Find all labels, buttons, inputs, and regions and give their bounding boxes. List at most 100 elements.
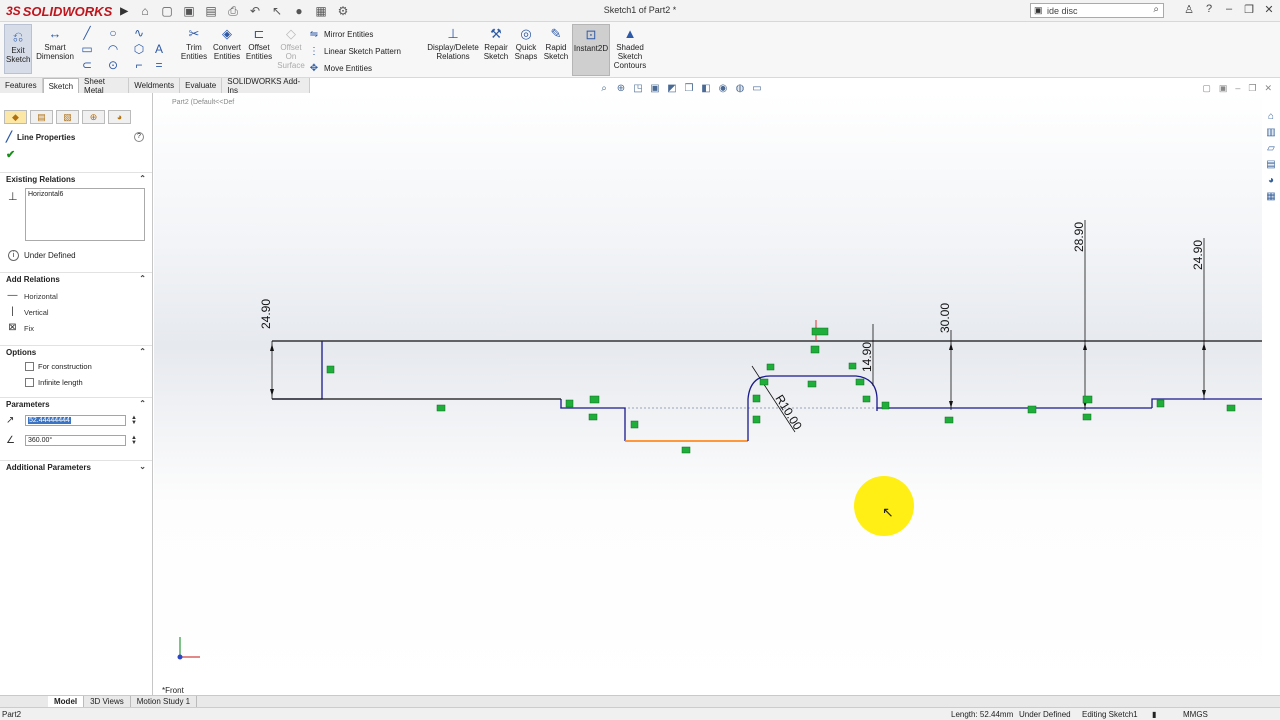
expand-icon[interactable]: ⌄	[139, 462, 146, 471]
solidworks-resources-icon[interactable]: ⌂	[1265, 110, 1278, 123]
dimension-mid[interactable]: 14.90	[860, 342, 874, 372]
vertical-relation-icon[interactable]	[630, 420, 639, 429]
length-input[interactable]: 52.44444444	[25, 415, 126, 426]
help-icon[interactable]: ?	[134, 132, 144, 142]
angle-input[interactable]: 360.00°	[25, 435, 126, 446]
mirror-entities-button[interactable]: ⇋ Mirror Entities	[308, 26, 423, 43]
instant2d-button[interactable]: ⊡ Instant2D	[572, 24, 610, 76]
exit-sketch-button[interactable]: ⎌ Exit Sketch	[4, 24, 32, 74]
rebuild-icon[interactable]: ●	[290, 3, 308, 19]
feature-tree-stub[interactable]: Part2 (Default<<Def	[172, 99, 234, 106]
view-palette-icon[interactable]: ▤	[1265, 158, 1278, 171]
display-style-icon[interactable]: ◧	[700, 82, 712, 94]
for-construction-checkbox[interactable]: For construction	[25, 362, 92, 371]
options-header[interactable]: Options ⌃	[0, 345, 152, 359]
property-manager-tab-icon[interactable]: ▤	[30, 110, 53, 124]
horizontal-relation-icon[interactable]	[436, 404, 446, 412]
coincident-relation-icon[interactable]	[589, 395, 600, 404]
existing-relations-list[interactable]: Horizontal6	[25, 188, 145, 241]
display-manager-tab-icon[interactable]: ◕	[108, 110, 131, 124]
vertical-relation-icon[interactable]	[326, 365, 335, 374]
display-delete-relations-button[interactable]: ⊥ Display/Delete Relations	[427, 24, 479, 62]
smart-dimension-button[interactable]: ↔ Smart Dimension	[36, 24, 74, 62]
quick-snaps-button[interactable]: ◎ Quick Snaps	[513, 24, 539, 62]
view-orientation-icon[interactable]: ❒	[683, 82, 695, 94]
tab-weldments[interactable]: Weldments	[129, 78, 181, 93]
solidworks-logo[interactable]: 3S SOLIDWORKS ▶	[6, 3, 128, 19]
dimension-30[interactable]: 30.00	[938, 303, 952, 333]
close-icon[interactable]: ✕	[1262, 3, 1276, 16]
hide-show-icon[interactable]: ◉	[717, 82, 729, 94]
vertical-relation-icon[interactable]	[565, 399, 574, 408]
rapid-sketch-button[interactable]: ✎ Rapid Sketch	[543, 24, 569, 62]
tangent-relation-icon[interactable]	[848, 362, 857, 370]
tangent-relation-icon[interactable]	[759, 378, 769, 386]
options-gear-icon[interactable]: ⚙	[334, 3, 352, 19]
repair-sketch-button[interactable]: ⚒ Repair Sketch	[482, 24, 510, 62]
search-input[interactable]: ▣ ide disc ⌕	[1030, 3, 1164, 18]
search-scope-icon[interactable]: ▣	[1034, 5, 1043, 16]
file-properties-icon[interactable]: ▦	[312, 3, 330, 19]
add-fix-button[interactable]: ⊠ Fix	[6, 322, 34, 335]
horizontal-relation-icon[interactable]	[1226, 404, 1236, 412]
add-vertical-button[interactable]: | Vertical	[6, 306, 48, 319]
minimize-icon[interactable]: –	[1222, 3, 1236, 16]
tab-sketch[interactable]: Sketch	[42, 78, 80, 93]
rectangle-icon[interactable]: ▭	[80, 42, 94, 56]
tangent-relation-icon[interactable]	[855, 378, 865, 386]
checkbox-box[interactable]	[25, 362, 34, 371]
vertical-relation-icon[interactable]	[752, 415, 761, 424]
appearances-icon[interactable]: ◕	[1265, 174, 1278, 187]
sketch-canvas[interactable]: 24.90 14.90 30.00 28.90 24.90 R10.00 *Fr…	[154, 93, 1262, 695]
collapse-icon[interactable]: ⌃	[139, 174, 146, 183]
search-icon[interactable]: ⌕	[1153, 4, 1159, 15]
save-icon[interactable]: ▤	[202, 3, 220, 19]
appearance-icon[interactable]: ◍	[734, 82, 746, 94]
convert-entities-button[interactable]: ◈ Convert Entities	[212, 24, 242, 62]
tab-sheet-metal[interactable]: Sheet Metal	[79, 77, 130, 95]
file-explorer-icon[interactable]: ▱	[1265, 142, 1278, 155]
text-icon[interactable]: A	[152, 42, 166, 56]
add-relations-header[interactable]: Add Relations ⌃	[0, 272, 152, 286]
chevron-right-icon[interactable]: ▶	[120, 6, 128, 17]
collapse-icon[interactable]: ⌃	[139, 347, 146, 356]
dimxpert-tab-icon[interactable]: ⊕	[82, 110, 105, 124]
viewport-restore-icon[interactable]: –	[1235, 83, 1240, 94]
dimension-radius[interactable]: R10.00	[772, 392, 805, 433]
polygon-icon[interactable]: ⬡	[132, 42, 146, 56]
zoom-area-icon[interactable]: ⊕	[615, 82, 627, 94]
infinite-length-checkbox[interactable]: Infinite length	[25, 378, 83, 387]
plane-icon[interactable]: =	[152, 58, 166, 72]
scene-icon[interactable]: ▭	[751, 82, 763, 94]
additional-parameters-header[interactable]: Additional Parameters ⌄	[0, 460, 152, 474]
horizontal-relation-icon[interactable]	[588, 413, 598, 421]
ok-check-icon[interactable]: ✔	[6, 148, 15, 161]
custom-properties-icon[interactable]: ▦	[1265, 190, 1278, 203]
home-icon[interactable]: ⌂	[136, 3, 154, 19]
profile-left[interactable]	[272, 341, 323, 400]
circle-icon[interactable]: ○	[106, 26, 120, 40]
design-library-icon[interactable]: ▥	[1265, 126, 1278, 139]
restore-icon[interactable]: ❐	[1242, 3, 1256, 16]
coincident-relation-icon[interactable]	[1082, 395, 1093, 404]
tab-motion-study[interactable]: Motion Study 1	[131, 696, 198, 707]
tab-3d-views[interactable]: 3D Views	[84, 696, 131, 707]
vertical-relation-icon[interactable]	[881, 401, 890, 410]
shaded-contours-button[interactable]: ▲ Shaded Sketch Contours	[613, 24, 647, 71]
fillet-icon[interactable]: ⌐	[132, 58, 146, 72]
viewport-max-icon[interactable]: ❐	[1248, 83, 1256, 94]
zoom-to-fit-icon[interactable]: ⌕	[598, 82, 610, 94]
config-manager-tab-icon[interactable]: ▧	[56, 110, 79, 124]
add-horizontal-button[interactable]: — Horizontal	[6, 290, 58, 303]
trim-entities-button[interactable]: ✂ Trim Entities	[180, 24, 208, 62]
existing-relations-header[interactable]: Existing Relations ⌃	[0, 172, 152, 186]
undo-icon[interactable]: ↶	[246, 3, 264, 19]
open-icon[interactable]: ▣	[180, 3, 198, 19]
coincident-relation-icon[interactable]	[1027, 405, 1037, 414]
new-document-icon[interactable]: ▢	[158, 3, 176, 19]
length-spinner-icon[interactable]: ▲ ▼	[131, 415, 137, 426]
coincident-relation-icon[interactable]	[811, 327, 829, 336]
graphics-area[interactable]: 24.90 14.90 30.00 28.90 24.90 R10.00 *Fr…	[154, 93, 1262, 695]
arc-icon[interactable]: ◠	[106, 42, 120, 56]
linear-pattern-button[interactable]: ⋮ Linear Sketch Pattern	[308, 43, 423, 60]
